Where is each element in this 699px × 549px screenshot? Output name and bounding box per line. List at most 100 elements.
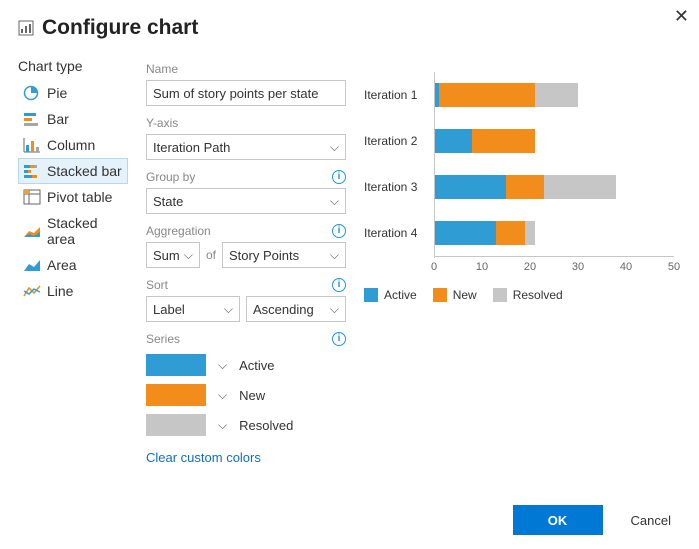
bar-icon [23,111,41,127]
info-icon[interactable]: i [332,224,346,238]
agg-field-value: Story Points [229,248,299,263]
chevron-down-icon: ⌵ [184,248,193,263]
axis-tick: 30 [572,261,584,273]
bar-segment [525,221,535,245]
aggregation-label: Aggregation [146,224,211,238]
configure-chart-icon [18,20,34,36]
legend-label: Active [384,288,417,302]
chevron-down-icon[interactable]: ⌵ [218,358,227,373]
agg-fn-select[interactable]: Sum ⌵ [146,242,200,268]
axis-tick: 50 [668,261,680,273]
name-input[interactable] [146,80,346,106]
sort-dir-value: Ascending [253,302,314,317]
line-icon [23,283,41,299]
groupby-value: State [153,194,183,209]
chevron-down-icon[interactable]: ⌵ [218,418,227,433]
agg-fn-value: Sum [153,248,180,263]
bar-segment [472,129,534,153]
clear-colors-link[interactable]: Clear custom colors [146,450,261,465]
dialog-title: Configure chart [42,16,198,40]
series-label: Resolved [239,418,293,433]
bar-segment [496,221,525,245]
bar-segment [434,221,496,245]
close-button[interactable]: ✕ [674,6,689,27]
chart-category-label: Iteration 4 [364,226,434,240]
sort-field-select[interactable]: Label ⌵ [146,296,240,322]
sort-dir-select[interactable]: Ascending ⌵ [246,296,346,322]
pivot-icon [23,189,41,205]
legend-swatch [433,288,447,302]
chevron-down-icon: ⌵ [224,302,233,317]
chart-type-label: Column [47,137,95,153]
stacked-area-icon [23,223,41,239]
info-icon[interactable]: i [332,170,346,184]
legend-item: Active [364,288,417,302]
agg-of-label: of [206,248,216,262]
bar-segment [434,129,472,153]
pie-icon [23,85,41,101]
legend-swatch [364,288,378,302]
series-color-swatch[interactable] [146,354,206,376]
chart-legend: Active New Resolved [364,288,674,302]
chart-type-label: Stacked area [47,215,123,247]
sort-label: Sort [146,278,168,292]
legend-label: New [453,288,477,302]
chevron-down-icon: ⌵ [330,302,339,317]
chart-type-stacked-area[interactable]: Stacked area [18,210,128,252]
yaxis-value: Iteration Path [153,140,230,155]
chart-type-area[interactable]: Area [18,252,128,278]
axis-tick: 40 [620,261,632,273]
chart-type-label: Line [47,283,73,299]
legend-swatch [493,288,507,302]
yaxis-select[interactable]: Iteration Path ⌵ [146,134,346,160]
series-row: ⌵ New [146,384,346,406]
chart-type-list: Chart type Pie Bar Column Stacked bar Pivot … [18,58,128,465]
chart-type-line[interactable]: Line [18,278,128,304]
info-icon[interactable]: i [332,278,346,292]
chart-category-label: Iteration 2 [364,134,434,148]
ok-button[interactable]: OK [513,505,603,535]
groupby-label: Group by [146,170,195,184]
chart-preview: Iteration 1 Iteration 2 Iteration 3 Iterati… [364,58,681,465]
column-icon [23,137,41,153]
series-label: Active [239,358,274,373]
chevron-down-icon: ⌵ [330,248,339,263]
legend-item: Resolved [493,288,563,302]
series-label: Series [146,332,180,346]
series-row: ⌵ Active [146,354,346,376]
series-color-swatch[interactable] [146,384,206,406]
chart-type-bar[interactable]: Bar [18,106,128,132]
sort-field-value: Label [153,302,185,317]
bar-segment [535,83,578,107]
series-color-swatch[interactable] [146,414,206,436]
x-axis: 01020304050 [434,256,674,274]
chart-type-label: Stacked bar [47,163,122,179]
bar-segment [434,175,506,199]
chart-row: Iteration 1 [364,72,674,118]
bar-segment [506,175,544,199]
cancel-button[interactable]: Cancel [625,512,677,529]
chevron-down-icon: ⌵ [330,140,339,155]
chart-type-heading: Chart type [18,58,128,74]
axis-tick: 10 [476,261,488,273]
chart-row: Iteration 2 [364,118,674,164]
chart-type-pie[interactable]: Pie [18,80,128,106]
chevron-down-icon: ⌵ [330,194,339,209]
series-label: New [239,388,265,403]
chart-type-column[interactable]: Column [18,132,128,158]
chart-category-label: Iteration 3 [364,180,434,194]
chevron-down-icon[interactable]: ⌵ [218,388,227,403]
chart-type-stacked-bar[interactable]: Stacked bar [18,158,128,184]
axis-tick: 20 [524,261,536,273]
chart-options-form: Name Y-axis Iteration Path ⌵ Group by i … [146,58,346,465]
agg-field-select[interactable]: Story Points ⌵ [222,242,346,268]
info-icon[interactable]: i [332,332,346,346]
chart-row: Iteration 3 [364,164,674,210]
bar-segment [544,175,616,199]
chart-type-label: Bar [47,111,69,127]
chart-category-label: Iteration 1 [364,88,434,102]
groupby-select[interactable]: State ⌵ [146,188,346,214]
chart-type-pivot[interactable]: Pivot table [18,184,128,210]
legend-item: New [433,288,477,302]
legend-label: Resolved [513,288,563,302]
